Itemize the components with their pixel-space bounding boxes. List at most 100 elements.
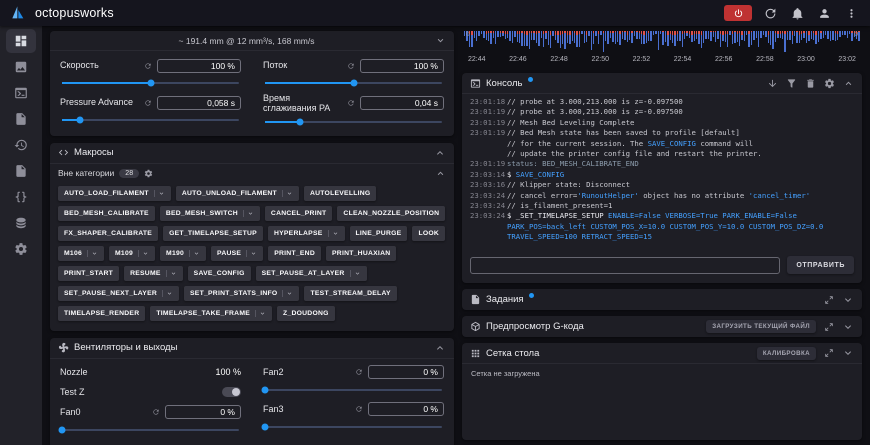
console-command-link[interactable]: SAVE_CONFIG <box>516 170 564 179</box>
chevron-down-icon[interactable] <box>87 249 98 257</box>
send-button[interactable]: ОТПРАВИТЬ <box>787 256 854 274</box>
chevron-down-icon[interactable] <box>842 294 854 306</box>
macro-set-pause-at-layer[interactable]: SET_PAUSE_AT_LAYER <box>255 265 367 281</box>
console-input[interactable] <box>470 256 781 274</box>
slider-thumb[interactable] <box>147 79 154 87</box>
console-command-link[interactable]: 'RunoutHelper' <box>577 191 639 200</box>
chevron-up-icon[interactable] <box>434 342 446 354</box>
chevron-down-icon[interactable] <box>246 249 257 257</box>
app-logo-icon[interactable] <box>10 5 26 21</box>
macro-m106[interactable]: M106 <box>58 245 105 261</box>
macro-timelapse-render[interactable]: TIMELAPSE_RENDER <box>58 305 146 321</box>
chevron-down-icon[interactable] <box>138 249 149 257</box>
macro-fx-shaper-calibrate[interactable]: FX_SHAPER_CALIBRATE <box>58 225 159 241</box>
macro-test-stream-delay[interactable]: TEST_STREAM_DELAY <box>304 285 397 301</box>
sidebar-item-settings[interactable] <box>6 237 36 261</box>
sidebar-item-console[interactable] <box>6 81 36 105</box>
macro-print-huaxian[interactable]: PRINT_HUAXIAN <box>326 245 397 261</box>
pressure-advance-input[interactable]: 0,058 s <box>157 95 241 110</box>
sidebar-item-dashboard[interactable] <box>6 29 36 53</box>
macro-m109[interactable]: M109 <box>109 245 156 261</box>
reset-icon[interactable] <box>355 405 363 413</box>
macro-set-print-stats-info[interactable]: SET_PRINT_STATS_INFO <box>184 285 300 301</box>
chevron-down-icon[interactable] <box>281 189 293 197</box>
macro-m190[interactable]: M190 <box>160 245 207 261</box>
slider-thumb[interactable] <box>76 116 84 124</box>
macro-cancel-print[interactable]: CANCEL_PRINT <box>264 205 333 221</box>
fan2-input[interactable]: 0 % <box>368 365 444 380</box>
sidebar-item-gcode-files[interactable] <box>6 107 36 131</box>
fan0-slider[interactable] <box>58 426 239 434</box>
gear-icon[interactable] <box>144 169 153 178</box>
поток-slider[interactable] <box>265 79 442 87</box>
notifications-button[interactable] <box>788 4 806 22</box>
load-current-file-button[interactable]: ЗАГРУЗИТЬ ТЕКУЩИЙ ФАЙЛ <box>706 320 816 333</box>
chevron-up-icon[interactable] <box>843 78 854 89</box>
macro-pause[interactable]: PAUSE <box>211 245 264 261</box>
macros-header[interactable]: Макросы <box>50 143 454 164</box>
fan0-input[interactable]: 0 % <box>165 405 241 420</box>
chevron-down-icon[interactable] <box>435 35 446 46</box>
reset-icon[interactable] <box>144 99 152 107</box>
sidebar-item-machine[interactable] <box>6 159 36 183</box>
поток-input[interactable]: 100 % <box>360 58 444 73</box>
slider-thumb[interactable] <box>296 118 304 126</box>
menu-button[interactable] <box>842 4 860 22</box>
console-command-link[interactable]: 'cancel_timer' <box>749 191 811 200</box>
chevron-up-icon[interactable] <box>434 147 446 159</box>
chevron-down-icon[interactable] <box>327 229 339 237</box>
macro-bed-mesh-switch[interactable]: BED_MESH_SWITCH <box>159 205 260 221</box>
macro-set-pause-next-layer[interactable]: SET_PAUSE_NEXT_LAYER <box>58 285 180 301</box>
expand-icon[interactable] <box>824 348 834 358</box>
reset-icon[interactable] <box>144 62 152 70</box>
macro-print-end[interactable]: PRINT_END <box>268 245 321 261</box>
toolhead-summary-header[interactable]: ~ 191.4 mm @ 12 mm³/s, 168 mm/s <box>50 31 454 51</box>
reset-icon[interactable] <box>347 99 355 107</box>
chevron-down-icon[interactable] <box>162 289 173 297</box>
cog-icon[interactable] <box>824 78 835 89</box>
info-dot[interactable] <box>527 77 533 82</box>
macro-clean-nozzle-position[interactable]: CLEAN_NOZZLE_POSITION <box>337 205 446 221</box>
filter-icon[interactable] <box>786 78 797 89</box>
emergency-stop-button[interactable] <box>724 5 752 21</box>
test-z-toggle[interactable] <box>222 387 241 398</box>
sidebar-item-history[interactable] <box>6 133 36 157</box>
fan3-input[interactable]: 0 % <box>368 402 444 417</box>
fan3-slider[interactable] <box>261 423 442 431</box>
sidebar-item-webcam[interactable] <box>6 55 36 79</box>
macro-print-start[interactable]: PRINT_START <box>58 265 120 281</box>
время-сглаживания-pa-slider[interactable] <box>265 118 442 126</box>
fan2-slider[interactable] <box>261 386 442 394</box>
chevron-down-icon[interactable] <box>153 189 165 197</box>
slider-thumb[interactable] <box>58 426 66 434</box>
reset-icon[interactable] <box>355 368 363 376</box>
chevron-up-icon[interactable] <box>435 168 446 179</box>
reset-icon[interactable] <box>347 62 355 70</box>
macro-save-config[interactable]: SAVE_CONFIG <box>187 265 251 281</box>
pressure-advance-slider[interactable] <box>62 116 239 124</box>
slider-thumb[interactable] <box>261 386 269 394</box>
console-command-link[interactable]: SAVE_CONFIG <box>648 139 696 148</box>
trash-icon[interactable] <box>805 78 816 89</box>
slider-thumb[interactable] <box>261 423 269 431</box>
macro-auto-unload-filament[interactable]: AUTO_UNLOAD_FILAMENT <box>175 185 299 201</box>
fans-header[interactable]: Вентиляторы и выходы <box>50 338 454 359</box>
macro-hyperlapse[interactable]: HYPERLAPSE <box>267 225 345 241</box>
console-log[interactable]: 23:01:18// probe at 3.000,213.000 is z=-… <box>462 94 862 251</box>
chevron-down-icon[interactable] <box>282 289 293 297</box>
macro-autolevelling[interactable]: AUTOLEVELLING <box>303 185 377 201</box>
chevron-down-icon[interactable] <box>842 321 854 333</box>
update-button[interactable] <box>761 4 779 22</box>
macro-timelapse-take-frame[interactable]: TIMELAPSE_TAKE_FRAME <box>150 305 273 321</box>
chevron-down-icon[interactable] <box>255 309 266 317</box>
arrow-down-icon[interactable] <box>767 78 778 89</box>
chevron-down-icon[interactable] <box>242 209 254 217</box>
macro-bed-mesh-calibrate[interactable]: BED_MESH_CALIBRATE <box>58 205 155 221</box>
macro-look[interactable]: LOOK <box>412 225 446 241</box>
expand-icon[interactable] <box>824 295 834 305</box>
sidebar-item-logs[interactable] <box>6 211 36 235</box>
chevron-down-icon[interactable] <box>349 269 361 277</box>
скорость-slider[interactable] <box>62 79 239 87</box>
время-сглаживания-pa-input[interactable]: 0,04 s <box>360 96 444 111</box>
chevron-down-icon[interactable] <box>189 249 200 257</box>
